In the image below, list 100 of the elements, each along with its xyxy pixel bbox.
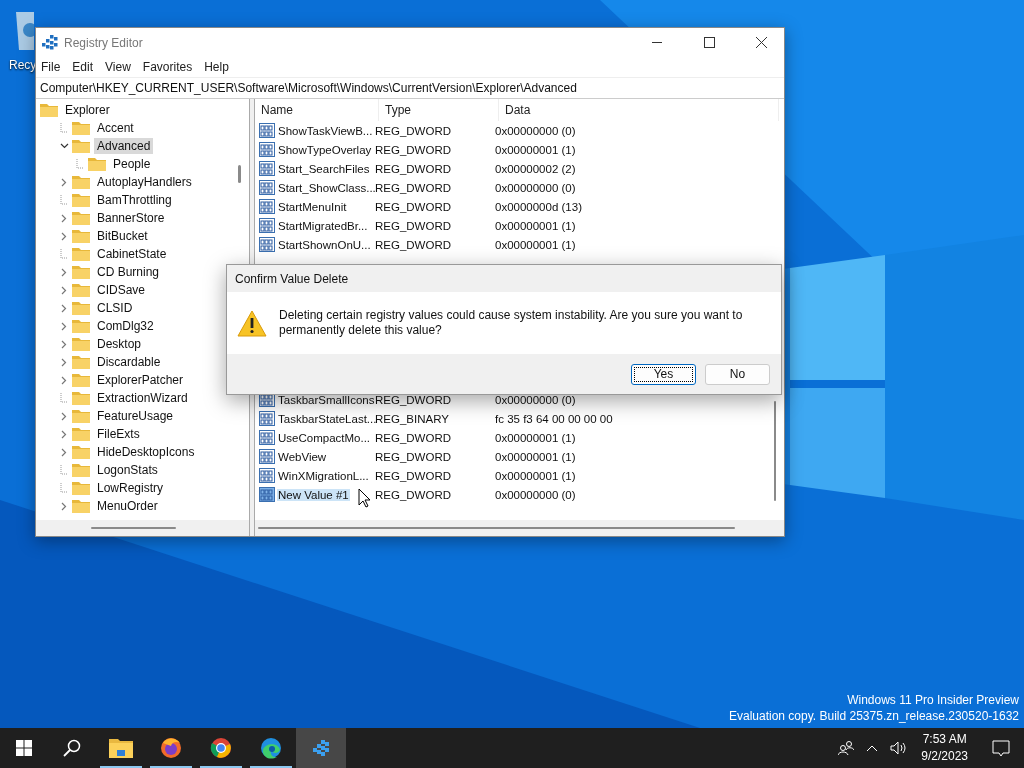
people-icon[interactable] xyxy=(838,740,855,756)
value-name[interactable]: WinXMigrationL... xyxy=(277,469,370,482)
tree-item[interactable]: BannerStore xyxy=(94,210,168,226)
folder-icon xyxy=(72,265,90,279)
scrollbar-thumb[interactable] xyxy=(774,401,776,501)
fox-globe-icon[interactable] xyxy=(160,737,182,759)
windows-start-icon[interactable] xyxy=(16,740,32,756)
tree-item[interactable]: FileExts xyxy=(94,426,143,442)
value-data: 0x0000000d (13) xyxy=(495,200,583,213)
tree-item[interactable]: Explorer xyxy=(62,102,113,118)
tree-item[interactable]: CD Burning xyxy=(94,264,163,280)
warning-icon xyxy=(237,309,267,337)
binary-value-icon xyxy=(259,411,275,426)
maximize-icon[interactable] xyxy=(703,37,715,48)
value-name[interactable]: StartShownOnU... xyxy=(277,238,372,251)
menu-item[interactable]: View xyxy=(104,60,138,74)
edition-text: Evaluation copy. Build 25375.zn_release.230520-1632 xyxy=(729,708,1019,724)
value-name[interactable]: UseCompactMo... xyxy=(277,431,372,444)
tree-item[interactable]: People xyxy=(110,156,154,172)
tree-item[interactable]: Advanced xyxy=(94,138,154,154)
tree-item[interactable]: CabinetState xyxy=(94,246,170,262)
window-title: Registry Editor xyxy=(64,35,144,50)
folder-icon xyxy=(72,355,90,369)
volume-icon[interactable] xyxy=(890,741,907,755)
column-header[interactable]: Type xyxy=(379,99,499,121)
value-name[interactable]: WebView xyxy=(277,450,328,463)
value-name[interactable]: Start_SearchFiles xyxy=(277,162,371,175)
clock-date[interactable]: 9/2/2023 xyxy=(921,748,968,765)
tree-item[interactable]: LogonStats xyxy=(94,462,161,478)
value-name[interactable]: TaskbarSmallIcons xyxy=(277,393,376,406)
folder-icon xyxy=(72,463,90,477)
tree-item[interactable]: FeatureUsage xyxy=(94,408,177,424)
column-header[interactable]: Name xyxy=(255,99,379,121)
clock-time[interactable]: 7:53 AM xyxy=(922,731,967,748)
folder-icon xyxy=(40,103,58,117)
tree-item[interactable]: Desktop xyxy=(94,336,145,352)
binary-value-icon xyxy=(259,142,275,157)
browser-circle-icon[interactable] xyxy=(210,737,232,759)
value-data: 0x00000002 (2) xyxy=(495,162,577,175)
scrollbar-thumb[interactable] xyxy=(258,527,735,529)
search-icon[interactable] xyxy=(63,739,81,757)
tree-item[interactable]: ExplorerPatcher xyxy=(94,372,187,388)
minimize-icon[interactable] xyxy=(652,41,662,44)
value-data: 0x00000001 (1) xyxy=(495,469,577,482)
chevron-right-icon[interactable] xyxy=(61,177,67,187)
value-name[interactable]: Start_ShowClass... xyxy=(277,181,377,194)
value-type: REG_DWORD xyxy=(375,181,453,194)
menu-item[interactable]: Favorites xyxy=(141,60,200,74)
binary-value-icon xyxy=(259,237,275,252)
binary-value-icon xyxy=(259,180,275,195)
desktop-icon-label[interactable]: Recy xyxy=(9,58,37,72)
value-type: REG_DWORD xyxy=(375,143,453,156)
value-type: REG_DWORD xyxy=(375,219,453,232)
scrollbar-thumb[interactable] xyxy=(238,165,241,183)
tree-item[interactable]: HideDesktopIcons xyxy=(94,444,198,460)
notification-icon[interactable] xyxy=(992,739,1010,757)
chevron-right-icon[interactable] xyxy=(61,501,67,511)
tree-item[interactable]: BitBucket xyxy=(94,228,151,244)
value-name[interactable]: StartMigratedBr... xyxy=(277,219,369,232)
tree-item[interactable]: AutoplayHandlers xyxy=(94,174,195,190)
chevron-up-icon[interactable] xyxy=(866,744,879,752)
folder-icon xyxy=(72,139,90,153)
tree-item[interactable]: LowRegistry xyxy=(94,480,167,496)
close-icon[interactable] xyxy=(755,37,767,48)
folder-icon xyxy=(72,175,90,189)
tree-item[interactable]: CLSID xyxy=(94,300,136,316)
value-data: 0x00000000 (0) xyxy=(495,393,577,406)
dialog-button[interactable]: Yes xyxy=(631,363,696,385)
tree-item[interactable]: Accent xyxy=(94,120,137,136)
tree-line-icon xyxy=(60,465,68,475)
menu-item[interactable]: Help xyxy=(203,60,236,74)
value-name[interactable]: StartMenuInit xyxy=(277,200,348,213)
value-name[interactable]: ShowTypeOverlay xyxy=(277,143,373,156)
chevron-down-icon[interactable] xyxy=(59,143,69,149)
value-name[interactable]: ShowTaskViewB... xyxy=(277,124,374,137)
tree-item[interactable]: BamThrottling xyxy=(94,192,175,208)
value-data: fc 35 f3 64 00 00 00 00 xyxy=(495,412,614,425)
tree-line-icon xyxy=(60,393,68,403)
value-type: REG_DWORD xyxy=(375,450,453,463)
tree-item[interactable]: CIDSave xyxy=(94,282,149,298)
menu-item[interactable]: Edit xyxy=(71,60,101,74)
tree-item[interactable]: ComDlg32 xyxy=(94,318,157,334)
value-name[interactable]: New Value #1 xyxy=(277,488,350,501)
binary-value-icon xyxy=(259,487,275,502)
menu-item[interactable]: File xyxy=(40,60,68,74)
wave-circle-icon[interactable] xyxy=(260,737,282,759)
dialog-button[interactable]: No xyxy=(705,363,770,385)
value-data: 0x00000001 (1) xyxy=(495,238,577,251)
column-header[interactable]: Data xyxy=(499,99,779,121)
tree-item[interactable]: ExtractionWizard xyxy=(94,390,191,406)
address-bar[interactable]: Computer\HKEY_CURRENT_USER\Software\Microsoft\Windows\CurrentVersion\Explorer\Advanced xyxy=(36,77,784,99)
folder-icon xyxy=(72,229,90,243)
binary-value-icon xyxy=(259,430,275,445)
cubes-icon[interactable] xyxy=(311,738,331,758)
tree-item[interactable]: MenuOrder xyxy=(94,498,161,514)
tree-item[interactable]: Discardable xyxy=(94,354,164,370)
scrollbar-thumb[interactable] xyxy=(91,527,176,529)
folder-icon[interactable] xyxy=(109,738,133,758)
value-type: REG_DWORD xyxy=(375,238,453,251)
folder-icon xyxy=(72,499,90,513)
